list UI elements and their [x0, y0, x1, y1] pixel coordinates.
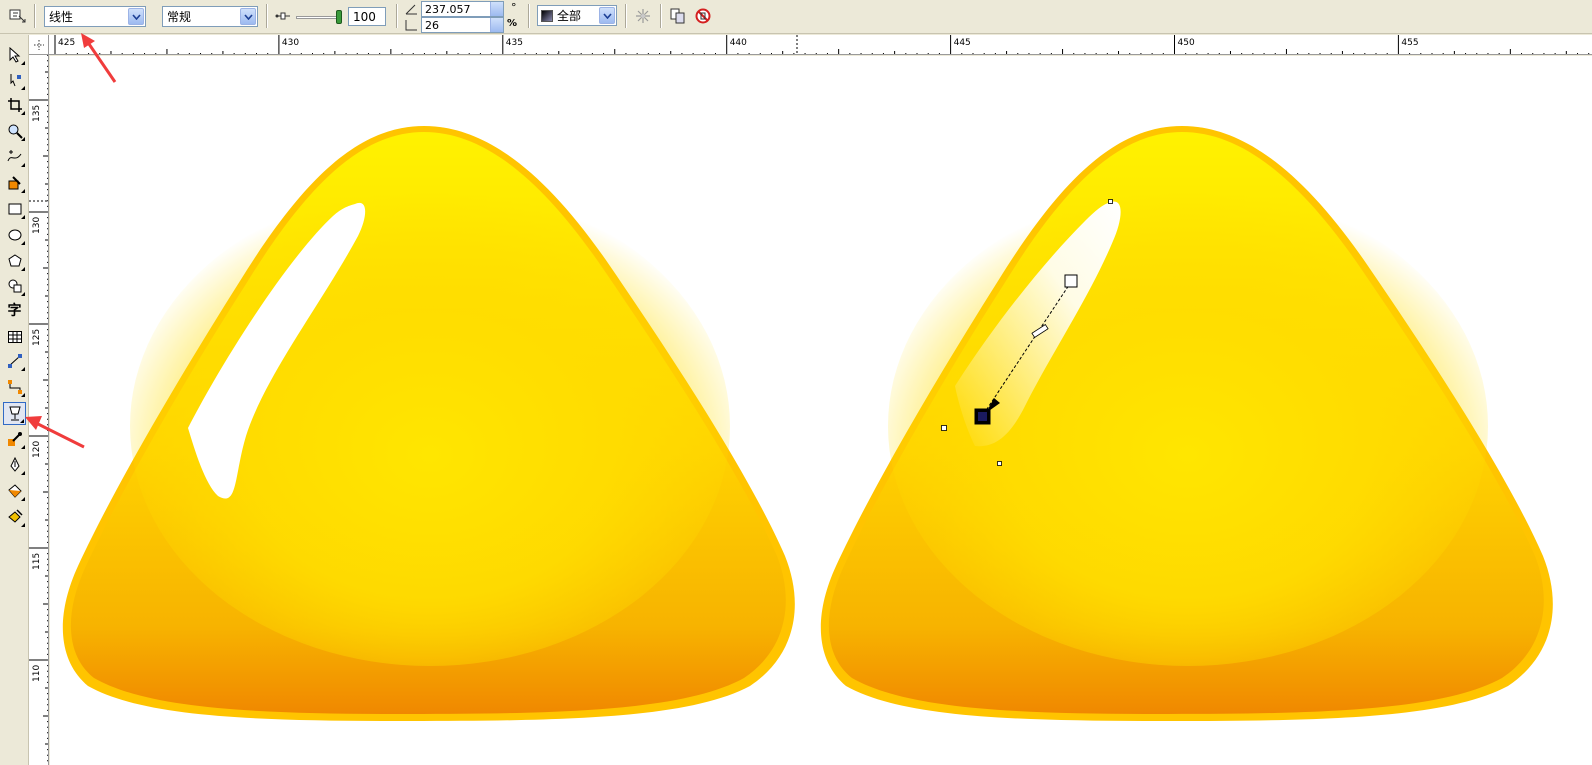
edge-pad-value: 26 — [425, 18, 439, 32]
selection-node[interactable] — [1108, 199, 1113, 204]
transparency-slider[interactable] — [296, 10, 344, 24]
ruler-label: 430 — [282, 38, 299, 48]
copy-transparency-icon[interactable] — [668, 6, 688, 26]
fill-mode-value: 常规 — [167, 10, 192, 24]
slider-handle[interactable] — [336, 10, 342, 24]
ruler-label: 130 — [32, 217, 42, 234]
ruler-label: 135 — [32, 105, 42, 122]
ellipse-tool[interactable] — [3, 223, 26, 246]
chevron-down-icon[interactable] — [128, 8, 144, 25]
horizontal-ruler[interactable]: 4254304354404454504554604654704754804854… — [49, 35, 1592, 55]
transparency-properties-icon[interactable] — [8, 6, 28, 26]
dimension-tool[interactable] — [3, 349, 26, 372]
freeze-icon[interactable] — [633, 6, 653, 26]
crop-tool[interactable] — [3, 93, 26, 116]
angle-unit: ° — [511, 1, 517, 14]
drawing-artwork — [62, 126, 1553, 721]
ruler-label: 125 — [32, 329, 42, 346]
ruler-label: 425 — [58, 38, 75, 48]
text-tool-glyph: 字 — [7, 302, 22, 319]
interactive-transparency-tool[interactable] — [3, 402, 26, 425]
connector-tool[interactable] — [3, 375, 26, 398]
edge-pad-field[interactable]: 26 — [421, 17, 504, 33]
separator — [625, 4, 627, 28]
ruler-label: 445 — [954, 38, 971, 48]
edge-pad-spinner[interactable] — [490, 18, 503, 32]
ruler-label: 440 — [730, 38, 747, 48]
midpoint-icon — [273, 6, 293, 26]
angle-value: 237.057 — [425, 2, 471, 16]
polygon-tool[interactable] — [3, 249, 26, 272]
apply-target-select[interactable]: 全部 — [537, 5, 617, 26]
transparency-value: 100 — [353, 9, 376, 24]
angle-icon — [402, 1, 420, 17]
toolbox: 字 — [0, 35, 29, 765]
angle-spinner[interactable] — [490, 2, 503, 16]
freehand-tool[interactable] — [3, 145, 26, 168]
property-bar: 线性 常规 100 237.057 ° 26 % 全部 — [0, 0, 1592, 34]
transparency-value-field[interactable]: 100 — [348, 7, 386, 26]
chevron-down-icon[interactable] — [240, 8, 256, 25]
ruler-label: 115 — [32, 553, 42, 570]
pick-tool[interactable] — [3, 43, 26, 66]
drawing-canvas[interactable] — [50, 56, 1592, 765]
separator — [660, 4, 662, 28]
chevron-down-icon[interactable] — [599, 7, 615, 24]
table-tool[interactable] — [3, 325, 26, 348]
clear-transparency-icon[interactable] — [693, 6, 713, 26]
fill-type-value: 线性 — [49, 10, 74, 24]
pad-unit: % — [507, 18, 518, 29]
ruler-label: 120 — [32, 441, 42, 458]
selection-node[interactable] — [941, 425, 947, 431]
ruler-label: 110 — [32, 665, 42, 682]
edge-pad-icon — [402, 17, 420, 33]
shape-tool[interactable] — [3, 68, 26, 91]
text-tool[interactable]: 字 — [3, 298, 26, 321]
zoom-tool[interactable] — [3, 119, 26, 142]
separator — [396, 4, 398, 28]
right-triangle-shape[interactable] — [820, 126, 1553, 721]
vertical-ruler-ticks: 135 130 125 120 115 110 — [29, 55, 48, 762]
separator — [34, 4, 36, 28]
ruler-label: 450 — [1178, 38, 1195, 48]
vertical-ruler[interactable]: 135 130 125 120 115 110 — [29, 55, 49, 765]
interactive-fill-tool[interactable] — [3, 505, 26, 528]
separator — [528, 4, 530, 28]
transparency-end-handle-inner — [978, 412, 987, 421]
smart-fill-tool[interactable] — [3, 171, 26, 194]
outline-tool[interactable] — [3, 453, 26, 476]
basic-shapes-tool[interactable] — [3, 274, 26, 297]
rectangle-tool[interactable] — [3, 197, 26, 220]
horizontal-ruler-ticks: 4254304354404454504554604654704754804854… — [54, 35, 1590, 54]
fill-mode-select[interactable]: 常规 — [162, 6, 258, 27]
transparency-start-handle[interactable] — [1064, 274, 1078, 288]
ruler-label: 435 — [506, 38, 523, 48]
ruler-label: 455 — [1401, 38, 1418, 48]
selection-node[interactable] — [997, 461, 1002, 466]
ruler-origin[interactable] — [29, 35, 49, 55]
separator — [266, 4, 268, 28]
slider-track — [296, 16, 340, 19]
gradient-swatch-icon — [541, 9, 553, 22]
eyedropper-tool[interactable] — [3, 427, 26, 450]
fill-tool[interactable] — [3, 479, 26, 502]
angle-field[interactable]: 237.057 — [421, 1, 504, 17]
apply-target-value: 全部 — [557, 9, 582, 23]
coreldraw-window: 线性 常规 100 237.057 ° 26 % 全部 425 430 435 … — [0, 0, 1592, 765]
table-icon — [7, 330, 22, 343]
fill-type-select[interactable]: 线性 — [44, 6, 146, 27]
left-triangle-shape[interactable] — [62, 126, 795, 721]
